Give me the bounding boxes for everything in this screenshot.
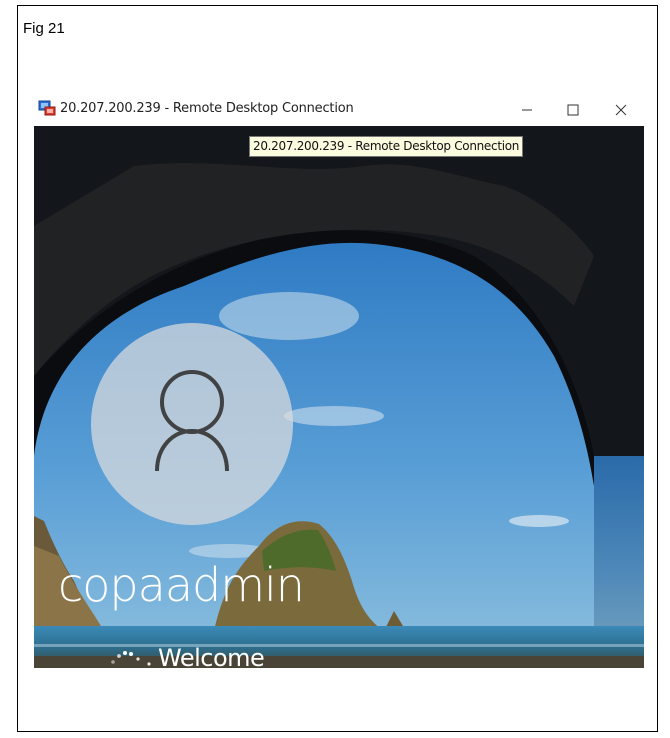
close-button[interactable] — [598, 94, 644, 126]
minimize-icon — [522, 109, 532, 111]
figure-frame: Fig 21 20.207.200.239 - Remote Desktop C… — [17, 5, 658, 732]
loading-spinner-icon — [111, 651, 151, 666]
remote-session-viewport[interactable]: 20.207.200.239 - Remote Desktop Connecti… — [34, 126, 644, 668]
maximize-button[interactable] — [550, 94, 596, 126]
close-icon — [615, 104, 627, 116]
remote-desktop-window: 20.207.200.239 - Remote Desktop Connecti… — [34, 94, 644, 668]
remote-desktop-icon — [38, 100, 56, 116]
user-icon — [155, 370, 229, 472]
status-text: Welcome — [158, 644, 265, 668]
title-bar[interactable]: 20.207.200.239 - Remote Desktop Connecti… — [34, 94, 644, 126]
title-tooltip: 20.207.200.239 - Remote Desktop Connecti… — [249, 136, 524, 157]
figure-label: Fig 21 — [23, 20, 65, 37]
username-label: copaadmin — [58, 558, 305, 612]
maximize-icon — [567, 104, 579, 116]
window-title: 20.207.200.239 - Remote Desktop Connecti… — [60, 101, 354, 116]
user-avatar — [91, 323, 293, 525]
minimize-button[interactable] — [504, 94, 550, 126]
